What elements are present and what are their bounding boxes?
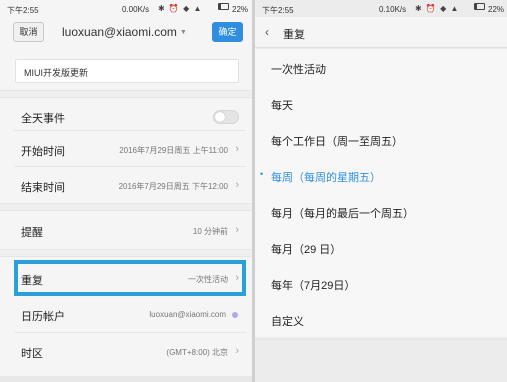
repeat-option[interactable]: 自定义	[255, 301, 507, 337]
allday-toggle[interactable]	[213, 110, 239, 124]
reminder-row[interactable]: 提醒 10 分钟前 ›	[0, 212, 252, 248]
end-time-label: 结束时间	[21, 182, 65, 194]
repeat-option-label: 每周（每周的星期五）	[271, 172, 381, 184]
status-icons: ✱ ⏰ ◆ ▲	[158, 4, 203, 13]
allday-label: 全天事件	[21, 113, 65, 125]
chevron-right-icon: ›	[235, 179, 239, 191]
bottom-divider	[0, 376, 252, 382]
toggle-knob	[215, 112, 225, 122]
status-time: 下午2:55	[7, 6, 39, 15]
empty-area	[255, 339, 507, 382]
repeat-highlight-box	[14, 260, 246, 296]
start-time-label: 开始时间	[21, 146, 65, 158]
selected-indicator-icon: •	[260, 169, 264, 179]
start-time-row[interactable]: 开始时间 2016年7月29日周五 上午11:00 ›	[0, 131, 252, 167]
status-bar: 下午2:55 0.00K/s ✱ ⏰ ◆ ▲ 22%	[0, 0, 252, 17]
chevron-right-icon: ›	[235, 224, 239, 236]
account-email: luoxuan@xiaomi.com	[62, 25, 177, 39]
timezone-value: (GMT+8:00) 北京	[166, 348, 228, 357]
battery-percent: 22%	[488, 5, 505, 14]
status-icons: ✱ ⏰ ◆ ▲	[415, 4, 460, 13]
repeat-option[interactable]: 一次性活动	[255, 49, 507, 85]
repeat-option-label: 一次性活动	[271, 64, 326, 76]
event-edit-screen: 下午2:55 0.00K/s ✱ ⏰ ◆ ▲ 22% 取消 luoxuan@xi…	[0, 0, 252, 382]
repeat-options-list: 一次性活动每天每个工作日（周一至周五） • 每周（每周的星期五） 每月（每月的最后一个…	[255, 49, 507, 337]
repeat-option[interactable]: 每年（7月29日）	[255, 265, 507, 301]
chevron-right-icon: ›	[235, 143, 239, 155]
repeat-option-label: 每月（每月的最后一个周五）	[271, 208, 414, 220]
allday-row[interactable]: 全天事件	[0, 98, 252, 134]
end-time-value: 2016年7月29日周五 下午12:00	[118, 182, 228, 191]
timezone-label: 时区	[21, 348, 43, 360]
status-bar: 下午2:55 0.10K/s ✱ ⏰ ◆ ▲ 22%	[255, 0, 507, 17]
page-title: 重复	[283, 29, 305, 41]
battery-percent: 22%	[232, 5, 249, 14]
repeat-option-label: 每年（7月29日）	[271, 280, 356, 292]
event-title-input[interactable]: MIUI开发版更新	[15, 59, 239, 83]
timezone-row[interactable]: 时区 (GMT+8:00) 北京 ›	[0, 333, 252, 369]
network-speed: 0.10K/s	[379, 5, 407, 14]
account-selector[interactable]: luoxuan@xiaomi.com ▼	[62, 25, 187, 39]
calendar-account-value: luoxuan@xiaomi.com	[149, 310, 226, 319]
repeat-option[interactable]: • 每周（每周的星期五）	[255, 157, 507, 193]
section-divider	[0, 249, 252, 257]
repeat-option[interactable]: 每天	[255, 85, 507, 121]
battery-icon	[474, 3, 485, 10]
dropdown-caret-icon: ▼	[179, 29, 187, 36]
repeat-option[interactable]: 每月（29 日）	[255, 229, 507, 265]
repeat-option-label: 自定义	[271, 316, 304, 328]
calendar-account-row[interactable]: 日历帐户 luoxuan@xiaomi.com	[0, 296, 252, 332]
section-divider	[0, 203, 252, 211]
status-time: 下午2:55	[262, 6, 294, 15]
calendar-color-dot	[232, 312, 238, 318]
network-speed: 0.00K/s	[122, 5, 150, 14]
end-time-row[interactable]: 结束时间 2016年7月29日周五 下午12:00 ›	[0, 167, 252, 203]
chevron-right-icon: ›	[235, 345, 239, 357]
cancel-button[interactable]: 取消	[13, 22, 44, 42]
confirm-button[interactable]: 确定	[212, 22, 243, 42]
repeat-option-label: 每天	[271, 100, 293, 112]
chevron-left-icon[interactable]: ‹	[265, 25, 269, 39]
repeat-header: ‹ 重复	[255, 17, 507, 48]
calendar-account-label: 日历帐户	[21, 311, 65, 323]
start-time-value: 2016年7月29日周五 上午11:00	[119, 146, 228, 155]
repeat-option[interactable]: 每月（每月的最后一个周五）	[255, 193, 507, 229]
repeat-options-screen: 下午2:55 0.10K/s ✱ ⏰ ◆ ▲ 22% ‹ 重复 一次性活动每天每…	[255, 0, 507, 382]
repeat-option[interactable]: 每个工作日（周一至周五）	[255, 121, 507, 157]
reminder-value: 10 分钟前	[192, 227, 228, 236]
section-divider	[0, 90, 252, 98]
repeat-option-label: 每月（29 日）	[271, 244, 342, 256]
reminder-label: 提醒	[21, 227, 43, 239]
battery-icon	[218, 3, 229, 10]
repeat-option-label: 每个工作日（周一至周五）	[271, 136, 403, 148]
